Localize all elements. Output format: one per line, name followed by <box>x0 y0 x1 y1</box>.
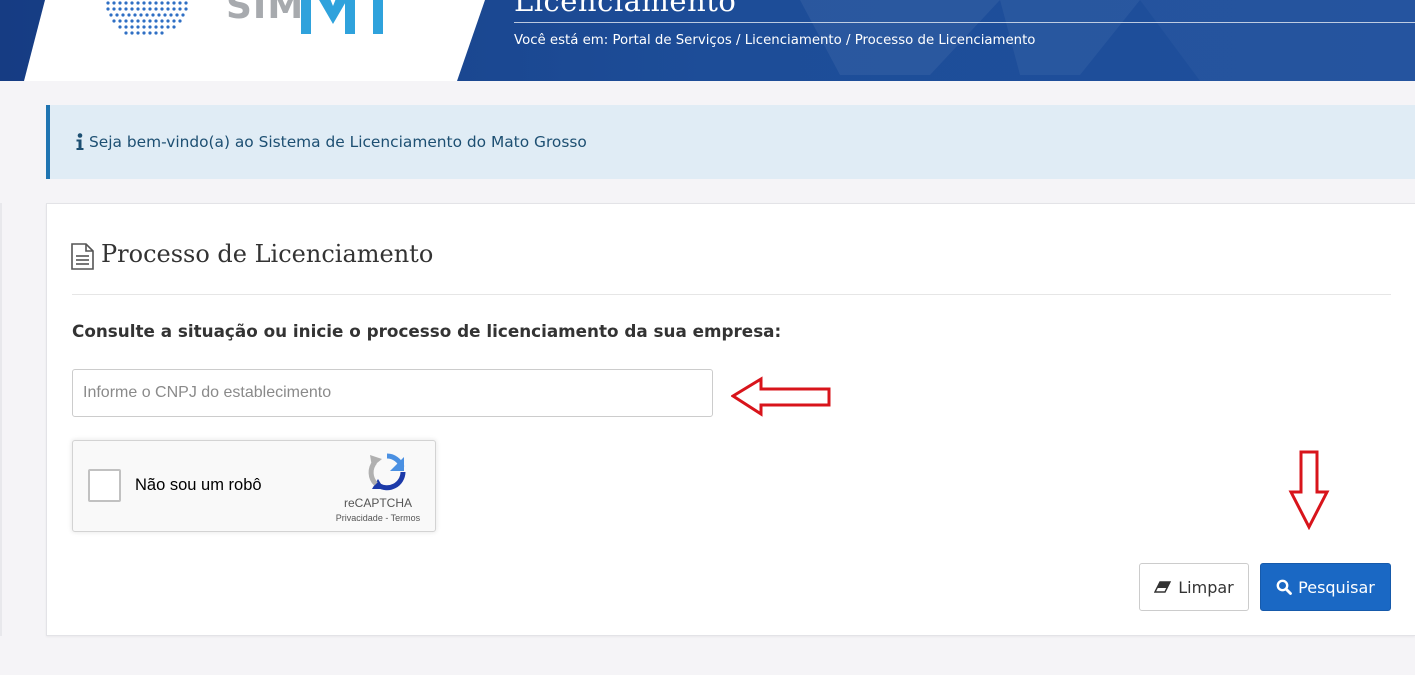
recaptcha-brand: reCAPTCHA <box>343 496 412 510</box>
recaptcha-link-separator: - <box>382 513 391 523</box>
card-title: Processo de Licenciamento <box>101 240 434 268</box>
clear-button-label: Limpar <box>1178 577 1234 597</box>
licensing-process-card: Processo de Licenciamento Consulte a sit… <box>46 203 1415 636</box>
document-icon <box>71 243 94 270</box>
logo-text: SIM <box>226 0 305 27</box>
info-icon <box>76 133 84 150</box>
annotation-left-arrow-icon <box>731 376 831 417</box>
card-divider <box>72 294 1391 295</box>
mato-grosso-map-icon <box>106 1 188 35</box>
left-edge-strip <box>0 203 2 636</box>
eraser-icon <box>1154 581 1172 593</box>
recaptcha-logo-icon <box>368 453 406 491</box>
annotation-down-arrow-icon <box>1288 450 1330 530</box>
recaptcha-label: Não sou um robô <box>135 476 262 494</box>
cnpj-input[interactable] <box>72 369 713 417</box>
card-instructions: Consulte a situação ou inicie o processo… <box>72 321 782 341</box>
breadcrumb: Você está em: Portal de Serviços / Licen… <box>514 33 1036 48</box>
recaptcha-checkbox[interactable] <box>88 469 121 502</box>
clear-button[interactable]: Limpar <box>1139 563 1249 611</box>
search-button[interactable]: Pesquisar <box>1260 563 1391 611</box>
page-heading: Licenciamento <box>514 0 737 18</box>
recaptcha-privacy-link[interactable]: Privacidade <box>336 513 383 523</box>
recaptcha-terms-link[interactable]: Termos <box>391 513 421 523</box>
search-icon <box>1276 579 1293 595</box>
welcome-message: Seja bem-vindo(a) ao Sistema de Licencia… <box>89 133 587 151</box>
search-button-label: Pesquisar <box>1298 577 1375 597</box>
welcome-alert: Seja bem-vindo(a) ao Sistema de Licencia… <box>46 105 1415 179</box>
logo-mt-mark <box>301 0 383 34</box>
site-header: SIM Licenciamento Você está em: Portal d… <box>0 0 1415 81</box>
recaptcha-links: Privacidade - Termos <box>328 513 428 523</box>
header-divider <box>514 22 1415 23</box>
recaptcha-widget: Não sou um robô reCAPTCHA Privacidade - … <box>72 440 436 532</box>
